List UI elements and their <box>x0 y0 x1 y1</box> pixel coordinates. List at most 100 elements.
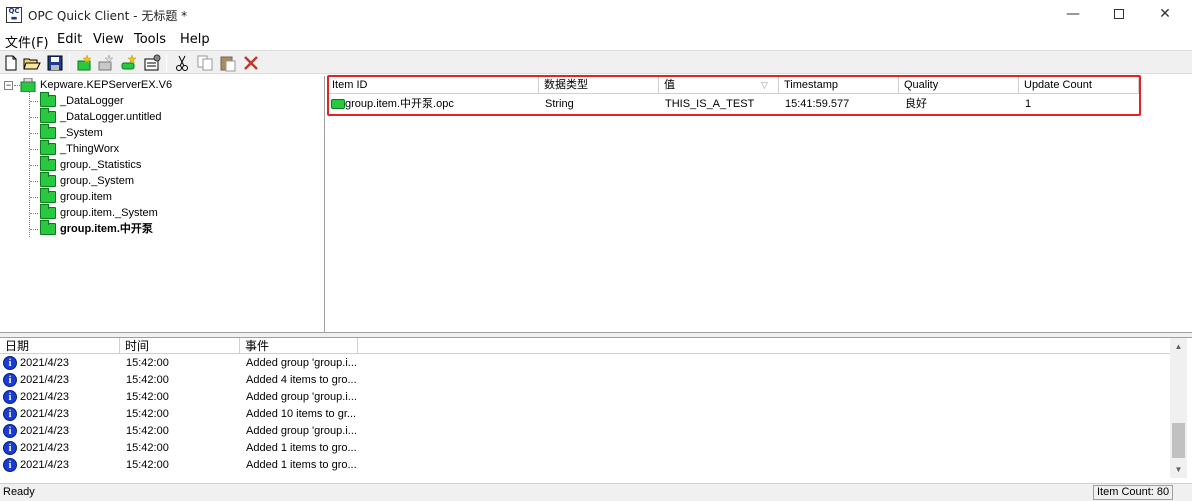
tree-item[interactable]: group._System <box>30 172 320 189</box>
info-icon: i <box>3 390 17 404</box>
log-event: Added group 'group.i... <box>246 391 357 403</box>
log-date: 2021/4/23 <box>20 391 69 403</box>
new-file-button[interactable] <box>2 54 20 72</box>
tree-item-label: group.item.中开泵 <box>60 223 153 235</box>
tree-root[interactable]: − Kepware.KEPServerEX.V6 <box>0 77 320 93</box>
log-row[interactable]: i 2021/4/23 15:42:00 Added 1 items to gr… <box>0 440 1168 457</box>
properties-icon <box>144 54 161 71</box>
maximize-button[interactable] <box>1096 0 1142 30</box>
log-scrollbar[interactable]: ▲ ▼ <box>1170 338 1187 478</box>
tree-item[interactable]: _System <box>30 124 320 141</box>
sort-icon: ▽ <box>761 80 768 90</box>
log-date: 2021/4/23 <box>20 374 69 386</box>
folder-open-icon <box>40 220 56 235</box>
menu-help[interactable]: Help <box>180 32 210 47</box>
minimize-button[interactable]: — <box>1050 0 1096 30</box>
tree-item[interactable]: _DataLogger <box>30 92 320 109</box>
column-header-timestamp[interactable]: Timestamp <box>779 76 899 94</box>
close-button[interactable]: ✕ <box>1142 0 1188 30</box>
server-tree[interactable]: − Kepware.KEPServerEX.V6 _DataLogger _Da… <box>0 76 325 332</box>
log-time: 15:42:00 <box>126 357 169 369</box>
tree-item[interactable]: group.item._System <box>30 204 320 221</box>
log-row[interactable]: i 2021/4/23 15:42:00 Added 4 items to gr… <box>0 372 1168 389</box>
new-group-button[interactable] <box>97 54 115 72</box>
copy-button[interactable] <box>196 54 214 72</box>
log-row[interactable]: i 2021/4/23 15:42:00 Added 1 items to gr… <box>0 457 1168 474</box>
tree-item-selected[interactable]: group.item.中开泵 <box>30 220 320 237</box>
log-row[interactable]: i 2021/4/23 15:42:00 Added group 'group.… <box>0 423 1168 440</box>
folder-icon <box>40 92 56 107</box>
scroll-thumb[interactable] <box>1172 423 1185 458</box>
info-icon: i <box>3 356 17 370</box>
tree-item[interactable]: group._Statistics <box>30 156 320 173</box>
menu-file[interactable]: 文件(F) <box>5 32 49 51</box>
column-header-value[interactable]: 值 ▽ <box>659 76 779 94</box>
folder-icon <box>40 156 56 171</box>
tree-item-label: _ThingWorx <box>60 143 120 155</box>
tree-item-label: _DataLogger <box>60 95 124 107</box>
log-date: 2021/4/23 <box>20 357 69 369</box>
menu-bar: 文件(F) Edit View Tools Help <box>0 30 1192 51</box>
cut-button[interactable] <box>173 54 191 72</box>
log-row[interactable]: i 2021/4/23 15:42:00 Added group 'group.… <box>0 389 1168 406</box>
menu-tools[interactable]: Tools <box>134 32 166 47</box>
column-header-event[interactable]: 事件 <box>240 338 358 354</box>
log-time: 15:42:00 <box>126 408 169 420</box>
copy-icon <box>197 55 213 71</box>
folder-icon <box>40 188 56 203</box>
delete-button[interactable] <box>242 54 260 72</box>
new-group-icon <box>98 54 114 71</box>
menu-edit[interactable]: Edit <box>57 32 82 47</box>
log-row[interactable]: i 2021/4/23 15:42:00 Added group 'group.… <box>0 355 1168 372</box>
event-log[interactable]: 日期 时间 事件 i 2021/4/23 15:42:00 Added grou… <box>0 338 1192 483</box>
column-header-item-id[interactable]: Item ID <box>327 76 539 94</box>
log-date: 2021/4/23 <box>20 408 69 420</box>
tree-item-label: _System <box>60 127 103 139</box>
cell-update-count: 1 <box>1025 98 1032 110</box>
status-bar: Ready Item Count: 80 <box>0 483 1192 501</box>
column-header-data-type[interactable]: 数据类型 <box>539 76 659 94</box>
column-header-quality[interactable]: Quality <box>899 76 1019 94</box>
log-event: Added group 'group.i... <box>246 357 357 369</box>
cell-item-id: group.item.中开泵.opc <box>345 98 454 110</box>
log-event: Added 1 items to gro... <box>246 459 357 471</box>
tree-root-label: Kepware.KEPServerEX.V6 <box>40 79 173 91</box>
menu-view[interactable]: View <box>93 32 124 47</box>
paste-button[interactable] <box>219 54 237 72</box>
folder-icon <box>40 140 56 155</box>
items-list[interactable]: Item ID 数据类型 值 ▽ Timestamp Quality Update… <box>327 76 1192 332</box>
new-item-icon <box>121 54 137 70</box>
paste-icon <box>220 56 236 72</box>
tree-item-label: group.item <box>60 191 112 203</box>
folder-icon <box>40 172 56 187</box>
scroll-down-button[interactable]: ▼ <box>1170 461 1187 478</box>
new-item-button[interactable] <box>120 54 138 72</box>
open-file-button[interactable] <box>23 54 41 72</box>
log-time: 15:42:00 <box>126 374 169 386</box>
tree-item[interactable]: _ThingWorx <box>30 140 320 157</box>
log-row[interactable]: i 2021/4/23 15:42:00 Added 10 items to g… <box>0 406 1168 423</box>
collapse-icon[interactable]: − <box>4 81 13 90</box>
column-header-date[interactable]: 日期 <box>0 338 120 354</box>
column-header-update-count[interactable]: Update Count <box>1019 76 1139 94</box>
log-time: 15:42:00 <box>126 459 169 471</box>
folder-icon <box>40 108 56 123</box>
properties-button[interactable] <box>143 54 161 72</box>
new-server-button[interactable] <box>75 54 93 72</box>
log-time: 15:42:00 <box>126 391 169 403</box>
server-icon <box>20 78 36 92</box>
column-header-time[interactable]: 时间 <box>120 338 240 354</box>
tree-item[interactable]: _DataLogger.untitled <box>30 108 320 125</box>
toolbar <box>0 50 1192 74</box>
tree-item-label: _DataLogger.untitled <box>60 111 162 123</box>
open-folder-icon <box>23 58 41 70</box>
tree-item[interactable]: group.item <box>30 188 320 205</box>
scroll-up-button[interactable]: ▲ <box>1170 338 1187 355</box>
column-header-filler <box>358 338 1170 354</box>
log-event: Added 1 items to gro... <box>246 442 357 454</box>
log-event: Added group 'group.i... <box>246 425 357 437</box>
window-title: OPC Quick Client - 无标题 * <box>28 9 188 23</box>
table-row[interactable]: group.item.中开泵.opc String THIS_IS_A_TEST… <box>327 96 1139 112</box>
save-button[interactable] <box>46 54 64 72</box>
cell-value: THIS_IS_A_TEST <box>665 98 755 110</box>
